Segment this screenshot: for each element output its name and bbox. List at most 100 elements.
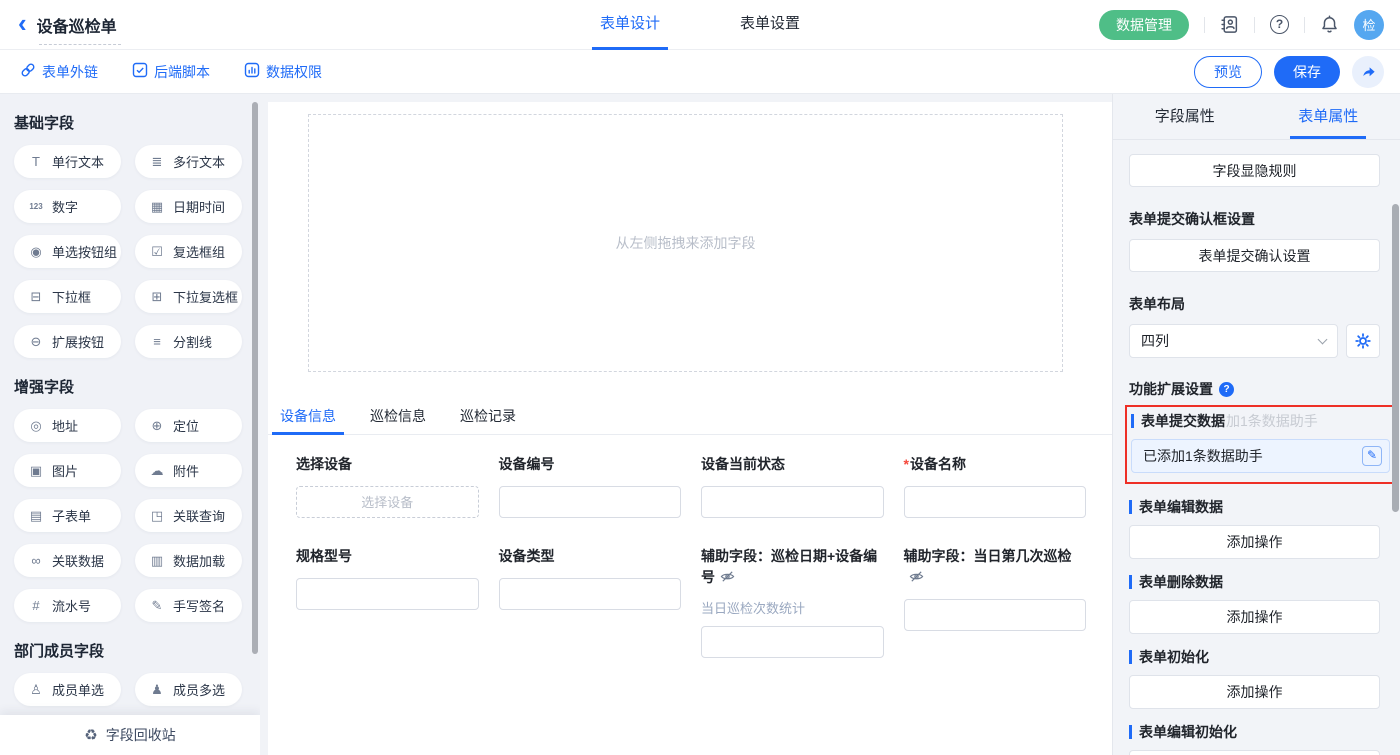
contacts-icon[interactable] [1220, 15, 1239, 34]
sidebar-item-图片[interactable]: ▣图片 [14, 454, 121, 487]
field-input-设备当前状态[interactable] [701, 486, 884, 518]
user-avatar[interactable]: 检 [1354, 10, 1384, 40]
sidebar-item-多行文本[interactable]: ≣多行文本 [135, 145, 242, 178]
field-input-设备名称[interactable] [904, 486, 1087, 518]
toolbar-link-表单外链[interactable]: 表单外链 [20, 62, 98, 82]
save-button[interactable]: 保存 [1274, 56, 1340, 88]
edit-icon[interactable]: ✎ [1362, 446, 1382, 466]
field-input-设备编号[interactable] [499, 486, 682, 518]
form-layout-row: 四列 [1129, 324, 1380, 358]
data-assistant-value[interactable]: 已添加1条数据助手✎ [1131, 439, 1390, 473]
toolbar-link-label: 数据权限 [266, 62, 322, 82]
field-input-规格型号[interactable] [296, 578, 479, 610]
tab-field-properties[interactable]: 字段属性 [1113, 94, 1257, 139]
subform-icon: ▤ [27, 508, 45, 524]
checkbox-group-icon: ☑ [148, 244, 166, 260]
panel-scrollbar[interactable] [1392, 204, 1399, 512]
panel-section-title: 表单初始化 [1129, 647, 1380, 667]
eye-off-icon[interactable] [720, 569, 735, 584]
field-recycle-bin[interactable]: ♻ 字段回收站 [0, 715, 260, 755]
sidebar-item-单行文本[interactable]: T单行文本 [14, 145, 121, 178]
sidebar-item-分割线[interactable]: ≡分割线 [135, 325, 242, 358]
address-icon: ◎ [27, 418, 45, 434]
submit-confirm-button[interactable]: 表单提交确认设置 [1129, 239, 1380, 272]
field-visibility-rules-button[interactable]: 字段显隐规则 [1129, 154, 1380, 187]
canvas-tab-巡检信息[interactable]: 巡检信息 [368, 402, 428, 435]
preview-button[interactable]: 预览 [1194, 56, 1262, 88]
toolbar-link-数据权限[interactable]: 数据权限 [244, 62, 322, 82]
form-field-设备当前状态: 设备当前状态 [701, 454, 884, 518]
field-library-sidebar: 基础字段T单行文本≣多行文本123数字▦日期时间◉单选按钮组☑复选框组⊟下拉框⊞… [0, 94, 260, 755]
sidebar-item-下拉复选框[interactable]: ⊞下拉复选框 [135, 280, 242, 313]
location-icon: ⊕ [148, 418, 166, 434]
canvas-tab-巡检记录[interactable]: 巡检记录 [458, 402, 518, 435]
member-single-icon: ♙ [27, 682, 45, 698]
sidebar-item-关联数据[interactable]: ∞ 关联数据 [14, 544, 121, 577]
linked-query-icon: ◳ [148, 508, 166, 524]
field-label: 规格型号 [296, 546, 479, 567]
panel-section-表单编辑数据: 表单编辑数据添加操作 [1129, 497, 1380, 559]
back-button[interactable]: ‹ [18, 10, 27, 36]
add-operation-button-表单编辑数据[interactable]: 添加操作 [1129, 525, 1380, 559]
sidebar-item-label: 关联数据 [52, 551, 104, 570]
sidebar-item-label: 子表单 [52, 506, 91, 525]
sidebar-item-label: 下拉框 [52, 287, 91, 306]
form-dropzone[interactable]: 从左侧拖拽来添加字段 [308, 114, 1063, 372]
share-button[interactable] [1352, 56, 1384, 88]
linked-data-icon: ∞ [27, 553, 45, 568]
serial-number-icon: # [27, 598, 45, 613]
field-input-辅助字段：当日第几次巡检[interactable] [904, 599, 1087, 631]
sidebar-item-复选框组[interactable]: ☑复选框组 [135, 235, 242, 268]
help-icon[interactable]: ? [1270, 15, 1289, 34]
data-permission-icon [244, 62, 260, 81]
data-manage-button[interactable]: 数据管理 [1099, 10, 1189, 40]
sidebar-item-下拉框[interactable]: ⊟下拉框 [14, 280, 121, 313]
sidebar-item-数据加载[interactable]: ▥数据加载 [135, 544, 242, 577]
field-label: 设备当前状态 [701, 454, 884, 475]
eye-off-icon[interactable] [909, 569, 924, 584]
form-layout-title: 表单布局 [1129, 294, 1380, 314]
sidebar-item-label: 日期时间 [173, 197, 225, 216]
form-layout-select[interactable]: 四列 [1129, 324, 1338, 358]
header-actions: 数据管理 ? 检 [1099, 10, 1400, 40]
add-operation-button-表单编辑初始化[interactable]: 添加操作 [1129, 750, 1380, 755]
sidebar-item-数字[interactable]: 123数字 [14, 190, 121, 223]
sidebar-item-label: 数字 [52, 197, 78, 216]
field-label: *设备名称 [904, 454, 1087, 475]
sidebar-item-流水号[interactable]: #流水号 [14, 589, 121, 622]
sidebar-item-日期时间[interactable]: ▦日期时间 [135, 190, 242, 223]
submit-confirm-title: 表单提交确认框设置 [1129, 209, 1380, 229]
sidebar-item-扩展按钮[interactable]: ⊖扩展按钮 [14, 325, 121, 358]
canvas-tab-设备信息[interactable]: 设备信息 [278, 402, 338, 435]
tab-form-settings[interactable]: 表单设置 [732, 0, 808, 50]
field-input-设备类型[interactable] [499, 578, 682, 610]
sidebar-item-label: 附件 [173, 461, 199, 480]
extend-button-icon: ⊖ [27, 334, 45, 350]
form-field-辅助字段：当日第几次巡检: 辅助字段：当日第几次巡检 [904, 546, 1087, 631]
sidebar-item-手写签名[interactable]: ✎手写签名 [135, 589, 242, 622]
sidebar-item-地址[interactable]: ◎地址 [14, 409, 121, 442]
form-field-规格型号: 规格型号 [296, 546, 479, 610]
notification-bell-icon[interactable] [1320, 15, 1339, 34]
multi-line-text-icon: ≣ [148, 154, 166, 170]
tab-form-design[interactable]: 表单设计 [592, 0, 668, 50]
sidebar-item-定位[interactable]: ⊕定位 [135, 409, 242, 442]
layout-gear-button[interactable] [1346, 324, 1380, 358]
add-operation-button-表单删除数据[interactable]: 添加操作 [1129, 600, 1380, 634]
toolbar-link-后端脚本[interactable]: 后端脚本 [132, 62, 210, 82]
panel-tabs: 字段属性 表单属性 [1113, 94, 1400, 140]
sidebar-item-成员单选[interactable]: ♙成员单选 [14, 673, 121, 706]
sidebar-item-单选按钮组[interactable]: ◉单选按钮组 [14, 235, 121, 268]
link-icon [20, 62, 36, 81]
field-input-辅助字段：巡检日期+设备编号[interactable] [701, 626, 884, 658]
sidebar-item-label: 分割线 [173, 332, 212, 351]
tab-form-properties[interactable]: 表单属性 [1257, 94, 1400, 139]
sidebar-item-关联查询[interactable]: ◳关联查询 [135, 499, 242, 532]
sidebar-item-成员多选[interactable]: ♟成员多选 [135, 673, 242, 706]
sidebar-item-子表单[interactable]: ▤ 子表单 [14, 499, 121, 532]
add-operation-button-表单初始化[interactable]: 添加操作 [1129, 675, 1380, 709]
field-input-选择设备[interactable] [296, 486, 479, 518]
sidebar-scrollbar[interactable] [252, 102, 258, 654]
sidebar-item-附件[interactable]: ☁附件 [135, 454, 242, 487]
help-circle-icon[interactable]: ? [1219, 382, 1234, 397]
